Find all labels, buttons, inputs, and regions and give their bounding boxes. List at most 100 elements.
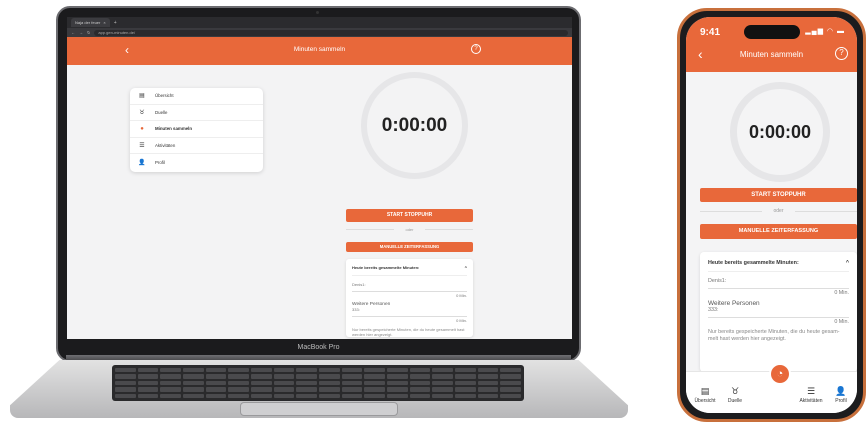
keyboard-key bbox=[341, 393, 363, 398]
menu-item-aktivitaeten[interactable]: ☰ Aktivitäten bbox=[130, 138, 263, 155]
other-user-minutes: 0 Min. bbox=[708, 317, 849, 325]
keyboard-key bbox=[500, 393, 521, 398]
activities-icon: ☰ bbox=[139, 143, 145, 150]
keyboard-key bbox=[273, 368, 295, 373]
tab-uebersicht[interactable]: ▤ Übersicht bbox=[690, 386, 720, 404]
other-user-label: 333: bbox=[708, 307, 719, 313]
keyboard-key bbox=[228, 387, 249, 392]
menu-item-profil[interactable]: 👤 Profil bbox=[130, 154, 263, 171]
url-field[interactable]: app.gen-minuten.de/ bbox=[94, 29, 568, 36]
card-header[interactable]: Heute bereits gesammelte Minuten: ^ bbox=[708, 260, 849, 272]
tab-label: Übersicht bbox=[694, 398, 716, 404]
keyboard-key bbox=[273, 374, 295, 379]
tab-label: Duelle bbox=[727, 398, 743, 404]
keyboard-key bbox=[409, 368, 431, 373]
start-stopwatch-button[interactable]: START STOPPUHR bbox=[346, 209, 473, 222]
keyboard-key bbox=[296, 393, 317, 398]
collected-minutes-card: Heute bereits gesammelte Minuten: ^ Denis… bbox=[346, 259, 473, 337]
card-title: Heute bereits gesammelte Minuten: bbox=[708, 260, 799, 266]
reload-icon[interactable]: ↻ bbox=[87, 30, 90, 35]
keyboard-key bbox=[432, 368, 453, 373]
chevron-up-icon[interactable]: ^ bbox=[465, 265, 467, 270]
side-menu: ▤ Übersicht ♉ Duelle ● Minuten sammeln ☰ Akt… bbox=[130, 88, 263, 172]
menu-item-label: Duelle bbox=[155, 109, 168, 115]
collected-minutes-card: Heute bereits gesammelte Minuten: ^ Denis… bbox=[700, 252, 857, 372]
tab-label: Aktivitäten bbox=[799, 398, 823, 404]
keyboard-key bbox=[115, 387, 136, 392]
others-heading: Weitere Personen bbox=[708, 300, 760, 307]
keyboard-key bbox=[318, 387, 340, 392]
keyboard-key bbox=[228, 380, 249, 386]
laptop-brand: MacBook Pro bbox=[297, 344, 340, 351]
nav-back-icon[interactable]: ← bbox=[71, 30, 75, 35]
keyboard-key bbox=[318, 393, 340, 398]
keyboard-key bbox=[477, 387, 499, 392]
other-user-label: 333: bbox=[352, 307, 360, 312]
phone-header: 9:41 ▂▄▆ ◠ ▬ ‹ Minuten sammeln ? bbox=[686, 17, 857, 72]
user-minutes: 0 Min. bbox=[352, 291, 467, 298]
keyboard-key bbox=[115, 374, 136, 379]
laptop: Naja der feuer × + ← → ↻ app.gen-minuten… bbox=[56, 6, 581, 362]
menu-item-duelle[interactable]: ♉ Duelle bbox=[130, 105, 263, 122]
tab-aktivitaeten[interactable]: ☰ Aktivitäten bbox=[796, 386, 826, 404]
user-label: Denis1: bbox=[708, 278, 727, 284]
keyboard-key bbox=[409, 393, 431, 398]
keyboard-key bbox=[137, 387, 159, 392]
keyboard-key bbox=[160, 374, 181, 379]
status-icons: ▂▄▆ ◠ ▬ bbox=[805, 28, 845, 35]
nav-forward-icon[interactable]: → bbox=[79, 30, 83, 35]
keyboard-key bbox=[477, 393, 499, 398]
page-title: Minuten sammeln bbox=[739, 50, 804, 59]
stopwatch-fab[interactable]: ◔ bbox=[769, 363, 791, 385]
or-divider: oder bbox=[346, 227, 473, 232]
manual-entry-button[interactable]: MANUELLE ZEITERFASSUNG bbox=[700, 224, 857, 239]
keyboard-key bbox=[500, 380, 521, 386]
keyboard-key bbox=[364, 387, 385, 392]
keyboard-key bbox=[205, 393, 227, 398]
manual-entry-button[interactable]: MANUELLE ZEITERFASSUNG bbox=[346, 242, 473, 252]
card-header[interactable]: Heute bereits gesammelte Minuten: ^ bbox=[352, 265, 467, 276]
tab-close-icon[interactable]: × bbox=[103, 20, 105, 25]
keyboard-key bbox=[160, 380, 181, 386]
profile-icon: 👤 bbox=[138, 160, 146, 167]
start-stopwatch-button[interactable]: START STOPPUHR bbox=[700, 188, 857, 202]
new-tab-icon[interactable]: + bbox=[114, 20, 117, 26]
help-icon[interactable]: ? bbox=[835, 47, 848, 60]
keyboard-key bbox=[386, 380, 408, 386]
keyboard-key bbox=[296, 374, 317, 379]
help-icon[interactable]: ? bbox=[471, 44, 481, 54]
keyboard-key bbox=[477, 374, 499, 379]
card-note: Nur bereits gespeicherte Minuten, die du… bbox=[708, 329, 840, 343]
keyboard-key bbox=[182, 368, 204, 373]
chevron-up-icon[interactable]: ^ bbox=[846, 260, 849, 266]
keyboard-key bbox=[182, 374, 204, 379]
tab-profil[interactable]: 👤 Profil bbox=[826, 386, 856, 404]
keyboard-key bbox=[182, 387, 204, 392]
keyboard-key bbox=[477, 368, 499, 373]
app-header: ‹ Minuten sammeln ? bbox=[67, 37, 572, 65]
keyboard-key bbox=[454, 374, 476, 379]
keyboard-key bbox=[341, 374, 363, 379]
card-note: Nur bereits gespeicherte Minuten, die du… bbox=[352, 327, 465, 338]
keyboard-key bbox=[386, 368, 408, 373]
menu-item-label: Profil bbox=[155, 160, 166, 166]
keyboard-key bbox=[500, 374, 521, 379]
keyboard-key bbox=[160, 393, 181, 398]
bottom-tab-bar: ◔ ▤ Übersicht ♉ Duelle ☰ Aktivitäten 👤 Profi… bbox=[686, 363, 857, 413]
browser-tab[interactable]: Naja der feuer × bbox=[71, 18, 110, 27]
phone-screen: 9:41 ▂▄▆ ◠ ▬ ‹ Minuten sammeln ? 0:00:00… bbox=[686, 17, 857, 413]
menu-item-minuten-sammeln[interactable]: ● Minuten sammeln bbox=[130, 121, 263, 138]
keyboard-key bbox=[364, 368, 385, 373]
keyboard-key bbox=[182, 380, 204, 386]
keyboard-key bbox=[432, 387, 453, 392]
keyboard-key bbox=[454, 380, 476, 386]
keyboard-key bbox=[386, 387, 408, 392]
keyboard-key bbox=[160, 387, 181, 392]
keyboard-key bbox=[115, 380, 136, 386]
keyboard-key bbox=[137, 368, 159, 373]
tab-label: Profil bbox=[835, 398, 847, 404]
browser-tabbar: Naja der feuer × + bbox=[67, 17, 572, 28]
menu-item-uebersicht[interactable]: ▤ Übersicht bbox=[130, 88, 263, 105]
stopwatch-icon: ● bbox=[140, 125, 144, 132]
tab-duelle[interactable]: ♉ Duelle bbox=[720, 386, 750, 404]
